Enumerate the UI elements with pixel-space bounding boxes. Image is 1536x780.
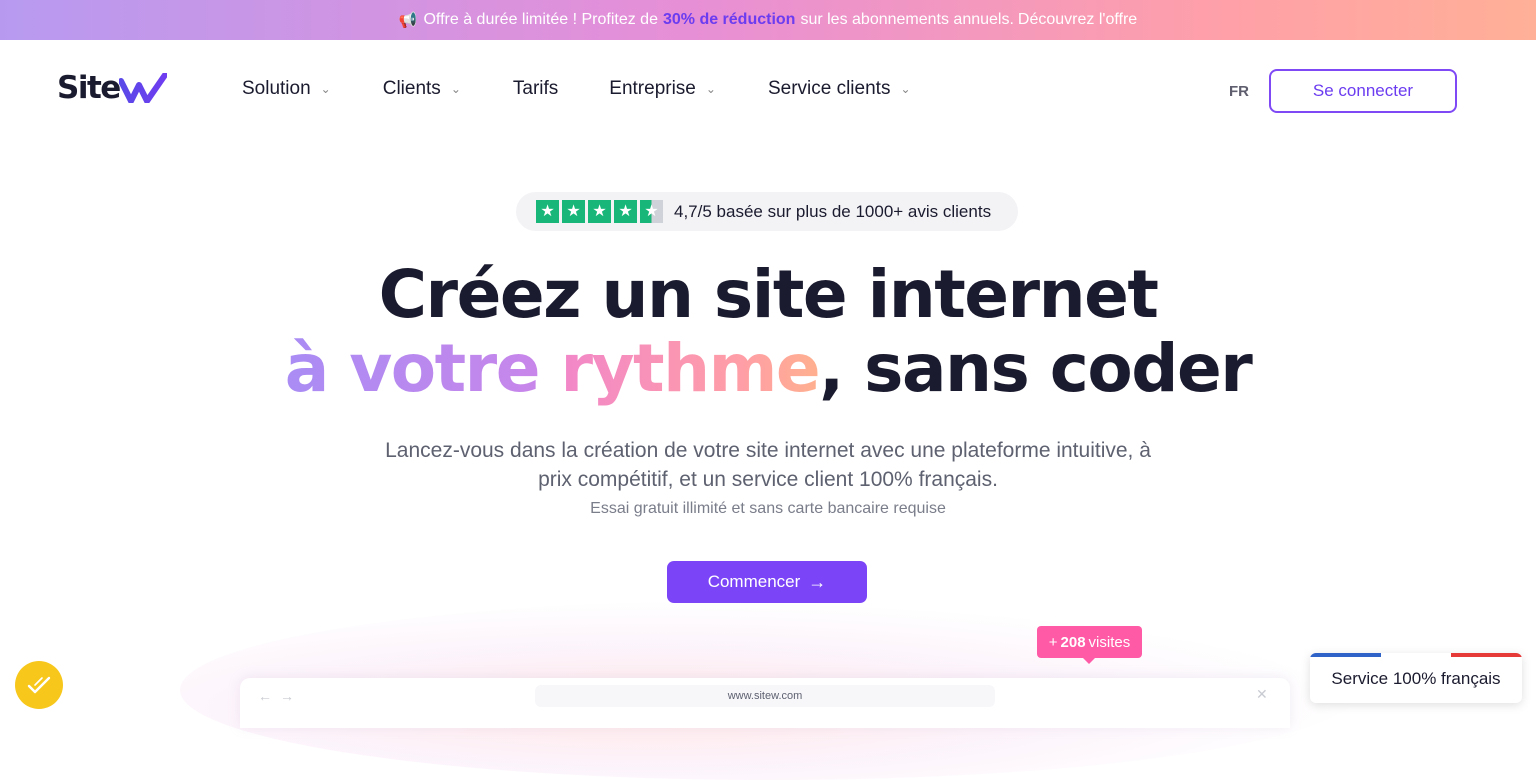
promo-highlight: 30% de réduction	[662, 11, 796, 28]
flag-blue	[1310, 653, 1381, 657]
french-service-badge[interactable]: Service 100% français	[1310, 653, 1522, 703]
language-selector[interactable]: FR	[1229, 83, 1249, 100]
sparkle-check-icon	[27, 676, 51, 694]
hero-title-line2: à votre rythme, sans coder	[0, 336, 1536, 402]
megaphone-icon: 📢	[398, 12, 418, 29]
chevron-down-icon: ⌄	[320, 82, 331, 96]
hero-subtitle: Lancez-vous dans la création de votre si…	[0, 436, 1536, 494]
hero-subtitle-line1: Lancez-vous dans la création de votre si…	[385, 439, 1151, 462]
rating-text: 4,7/5 basée sur plus de 1000+ avis clien…	[674, 201, 992, 221]
star-half-icon: ★	[640, 200, 663, 223]
visits-label: visites	[1088, 633, 1131, 651]
promo-link[interactable]: Découvrez l'offre	[1018, 11, 1137, 29]
french-service-text: Service 100% français	[1331, 669, 1501, 688]
visits-badge: + 208 visites	[1037, 626, 1142, 664]
logo-text: Site	[57, 70, 121, 106]
rating-pill: ★ ★ ★ ★ ★ 4,7/5 basée sur plus de 1000+ …	[516, 192, 1018, 231]
browser-mockup: ←→ www.sitew.com ✕	[240, 678, 1290, 728]
hero-title-gradient-2: rythme	[560, 330, 820, 407]
nav-item-solution[interactable]: Solution ⌄	[242, 78, 331, 100]
hero-title-gradient-1: à votre	[284, 330, 541, 407]
star-icon: ★	[562, 200, 585, 223]
nav-menu: Solution ⌄ Clients ⌄ Tarifs Entreprise ⌄…	[242, 78, 911, 100]
nav-item-clients[interactable]: Clients ⌄	[383, 78, 461, 100]
nav-item-label: Entreprise	[609, 78, 696, 99]
nav-item-entreprise[interactable]: Entreprise ⌄	[609, 78, 716, 100]
browser-url-bar: www.sitew.com	[535, 685, 995, 707]
flag-red	[1451, 653, 1522, 657]
sitew-logo[interactable]: Site	[57, 70, 167, 106]
arrow-right-icon: →	[808, 571, 827, 592]
hero-title-line1: Créez un site internet	[378, 256, 1159, 333]
visits-prefix: +	[1048, 633, 1058, 651]
nav-item-label: Solution	[242, 78, 311, 99]
close-icon: ✕	[1256, 686, 1268, 702]
french-flag-stripe	[1310, 653, 1522, 657]
start-button-label: Commencer	[707, 572, 801, 591]
nav-item-label: Tarifs	[512, 78, 559, 99]
logo-w-mark	[118, 73, 167, 103]
promo-banner[interactable]: 📢 Offre à durée limitée ! Profitez de 30…	[0, 0, 1536, 40]
promo-text: Offre à durée limitée ! Profitez de	[423, 11, 658, 28]
start-button[interactable]: Commencer →	[667, 561, 867, 603]
promo-suffix: sur les abonnements annuels.	[800, 11, 1014, 28]
hero-title-rest: , sans coder	[819, 330, 1253, 407]
star-icon: ★	[614, 200, 637, 223]
login-button[interactable]: Se connecter	[1269, 69, 1457, 113]
nav-item-service-clients[interactable]: Service clients ⌄	[768, 78, 911, 100]
chevron-down-icon: ⌄	[900, 82, 911, 96]
star-icon: ★	[536, 200, 559, 223]
trial-note: Essai gratuit illimité et sans carte ban…	[590, 500, 946, 517]
flag-white	[1380, 653, 1452, 657]
rating-stars: ★ ★ ★ ★ ★	[536, 200, 666, 223]
browser-nav-arrows-icon: ←→	[258, 688, 302, 704]
star-icon: ★	[588, 200, 611, 223]
visits-count: 208	[1060, 633, 1086, 651]
nav-item-label: Clients	[382, 78, 441, 99]
nav-item-label: Service clients	[767, 78, 891, 99]
nav-item-tarifs[interactable]: Tarifs	[513, 78, 558, 100]
main-navigation: Site Solution ⌄ Clients ⌄ Tarifs Entrepr…	[0, 40, 1536, 140]
chevron-down-icon: ⌄	[705, 82, 716, 96]
hero-subtitle-line2: prix compétitif, et un service client 10…	[538, 468, 998, 491]
floating-action-button[interactable]	[15, 661, 63, 709]
chevron-down-icon: ⌄	[450, 82, 461, 96]
